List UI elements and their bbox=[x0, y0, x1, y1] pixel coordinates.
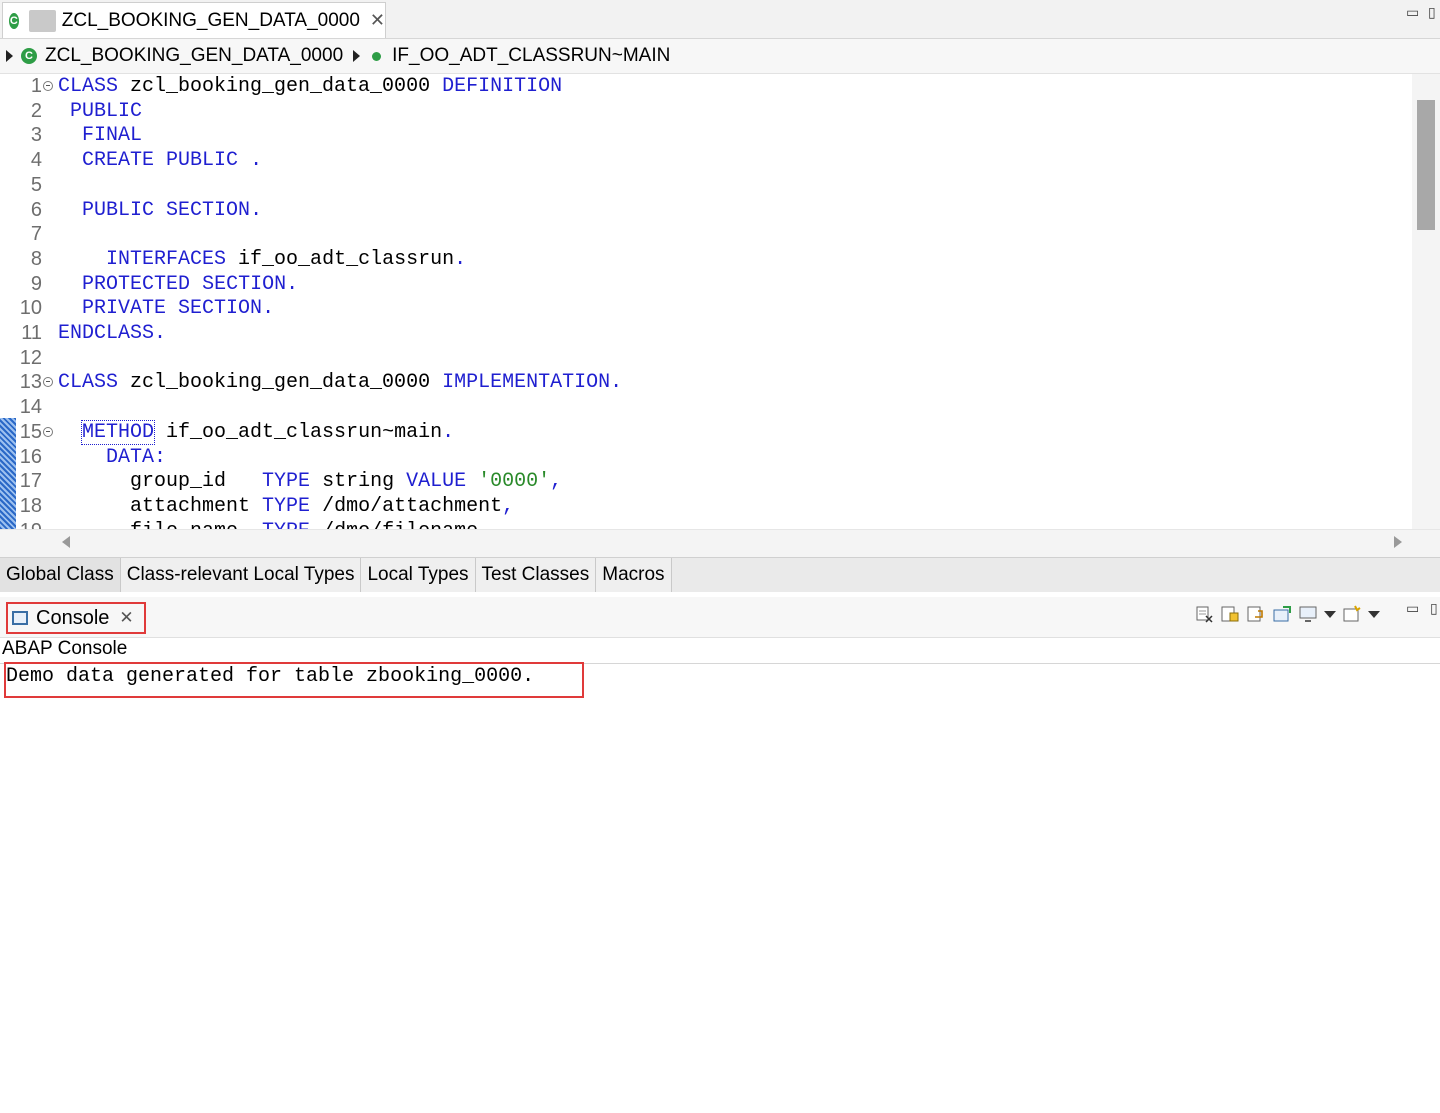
open-console-icon[interactable] bbox=[1342, 604, 1362, 624]
line-number: 17 bbox=[19, 470, 42, 493]
code-line[interactable]: FINAL bbox=[58, 123, 142, 148]
console-tab[interactable]: Console ✕ bbox=[6, 602, 146, 634]
code-line[interactable]: CLASS zcl_booking_gen_data_0000 DEFINITI… bbox=[58, 74, 562, 99]
line-number: 13 bbox=[19, 371, 42, 394]
editor-tab[interactable]: C ZCL_BOOKING_GEN_DATA_0000 ✕ bbox=[2, 2, 386, 38]
tab-test-classes[interactable]: Test Classes bbox=[475, 558, 597, 592]
code-line[interactable]: ENDCLASS. bbox=[58, 321, 166, 346]
console-icon bbox=[12, 611, 28, 625]
close-icon[interactable]: ✕ bbox=[370, 10, 385, 31]
pin-console-icon[interactable] bbox=[1272, 604, 1292, 624]
maximize-icon[interactable]: ▯ bbox=[1430, 600, 1438, 617]
line-number: 4 bbox=[30, 149, 42, 172]
method-icon bbox=[372, 51, 382, 61]
code-line[interactable]: DATA: bbox=[58, 445, 166, 470]
clear-console-icon[interactable] bbox=[1194, 604, 1214, 624]
line-number: 14 bbox=[19, 396, 42, 419]
console-tab-label: Console bbox=[36, 606, 110, 629]
code-line[interactable]: PUBLIC SECTION. bbox=[58, 198, 262, 223]
vertical-scrollbar-thumb[interactable] bbox=[1417, 100, 1435, 230]
line-number: 7 bbox=[30, 223, 42, 246]
code-line[interactable]: METHOD if_oo_adt_classrun~main. bbox=[58, 419, 454, 445]
minimize-icon[interactable]: ▭ bbox=[1406, 4, 1419, 21]
line-number: 8 bbox=[30, 247, 42, 270]
console-title: ABAP Console bbox=[2, 638, 128, 659]
line-number: 3 bbox=[30, 124, 42, 147]
line-number: 16 bbox=[19, 445, 42, 468]
code-line[interactable]: file_name TYPE /dmo/filename, bbox=[58, 519, 490, 529]
tab-global-class[interactable]: Global Class bbox=[0, 558, 121, 592]
minimize-icon[interactable]: ▭ bbox=[1406, 600, 1419, 617]
maximize-icon[interactable]: ▯ bbox=[1428, 4, 1436, 21]
tab-macros[interactable]: Macros bbox=[596, 558, 672, 592]
line-number: 15 bbox=[19, 420, 42, 443]
fold-toggle-icon[interactable] bbox=[43, 377, 53, 388]
line-number-gutter: 12345678910111213141516171819 bbox=[0, 74, 56, 529]
line-number: 2 bbox=[30, 99, 42, 122]
fold-toggle-icon[interactable] bbox=[43, 426, 53, 437]
code-editor[interactable]: 12345678910111213141516171819 CLASS zcl_… bbox=[0, 74, 1440, 529]
line-number: 10 bbox=[19, 297, 42, 320]
word-wrap-icon[interactable] bbox=[1246, 604, 1266, 624]
horizontal-scrollbar[interactable] bbox=[0, 529, 1440, 558]
display-console-icon[interactable] bbox=[1298, 604, 1318, 624]
class-icon: C bbox=[9, 12, 19, 29]
tab-class-relevant-local-types[interactable]: Class-relevant Local Types bbox=[120, 558, 362, 592]
chevron-right-icon[interactable] bbox=[6, 50, 13, 62]
line-number: 5 bbox=[30, 173, 42, 196]
code-line[interactable]: CREATE PUBLIC . bbox=[58, 148, 262, 173]
chevron-down-icon[interactable] bbox=[1324, 610, 1336, 618]
breadcrumb: C ZCL_BOOKING_GEN_DATA_0000 IF_OO_ADT_CL… bbox=[0, 39, 1440, 74]
scroll-left-icon[interactable] bbox=[62, 536, 70, 548]
editor-tab-title: ZCL_BOOKING_GEN_DATA_0000 bbox=[61, 9, 360, 31]
line-number: 9 bbox=[30, 272, 42, 295]
code-line[interactable]: attachment TYPE /dmo/attachment, bbox=[58, 494, 514, 519]
fold-toggle-icon[interactable] bbox=[43, 81, 53, 91]
code-line[interactable]: PUBLIC bbox=[58, 99, 142, 124]
breadcrumb-class[interactable]: ZCL_BOOKING_GEN_DATA_0000 bbox=[45, 45, 343, 67]
line-number: 11 bbox=[21, 322, 42, 344]
console-output-area[interactable] bbox=[0, 663, 1440, 1113]
line-number: 18 bbox=[19, 494, 42, 517]
breadcrumb-method[interactable]: IF_OO_ADT_CLASSRUN~MAIN bbox=[392, 45, 670, 67]
class-icon: C bbox=[21, 48, 37, 64]
scroll-right-icon[interactable] bbox=[1394, 536, 1402, 548]
code-line[interactable]: PRIVATE SECTION. bbox=[58, 296, 274, 321]
line-number: 19 bbox=[0, 519, 42, 529]
tab-local-types[interactable]: Local Types bbox=[361, 558, 476, 592]
chevron-right-icon[interactable] bbox=[353, 50, 361, 62]
console-toolbar bbox=[1194, 602, 1380, 626]
line-number: 12 bbox=[19, 346, 42, 369]
code-line[interactable]: CLASS zcl_booking_gen_data_0000 IMPLEMEN… bbox=[58, 370, 622, 395]
scroll-lock-icon[interactable] bbox=[1220, 604, 1240, 624]
code-text[interactable]: CLASS zcl_booking_gen_data_0000 DEFINITI… bbox=[58, 74, 1408, 529]
code-line[interactable]: group_id TYPE string VALUE '0000', bbox=[58, 469, 562, 494]
output-highlight-box bbox=[4, 662, 584, 698]
line-number: 1 bbox=[30, 75, 42, 97]
close-icon[interactable]: ✕ bbox=[119, 608, 133, 628]
class-editor-tabs: Global Class Class-relevant Local Types … bbox=[0, 557, 1440, 592]
line-number: 6 bbox=[30, 198, 42, 221]
code-line[interactable]: INTERFACES if_oo_adt_classrun. bbox=[58, 247, 466, 272]
chevron-down-icon[interactable] bbox=[1368, 610, 1380, 618]
redacted-prefix bbox=[28, 9, 56, 32]
code-line[interactable]: PROTECTED SECTION. bbox=[58, 272, 298, 297]
